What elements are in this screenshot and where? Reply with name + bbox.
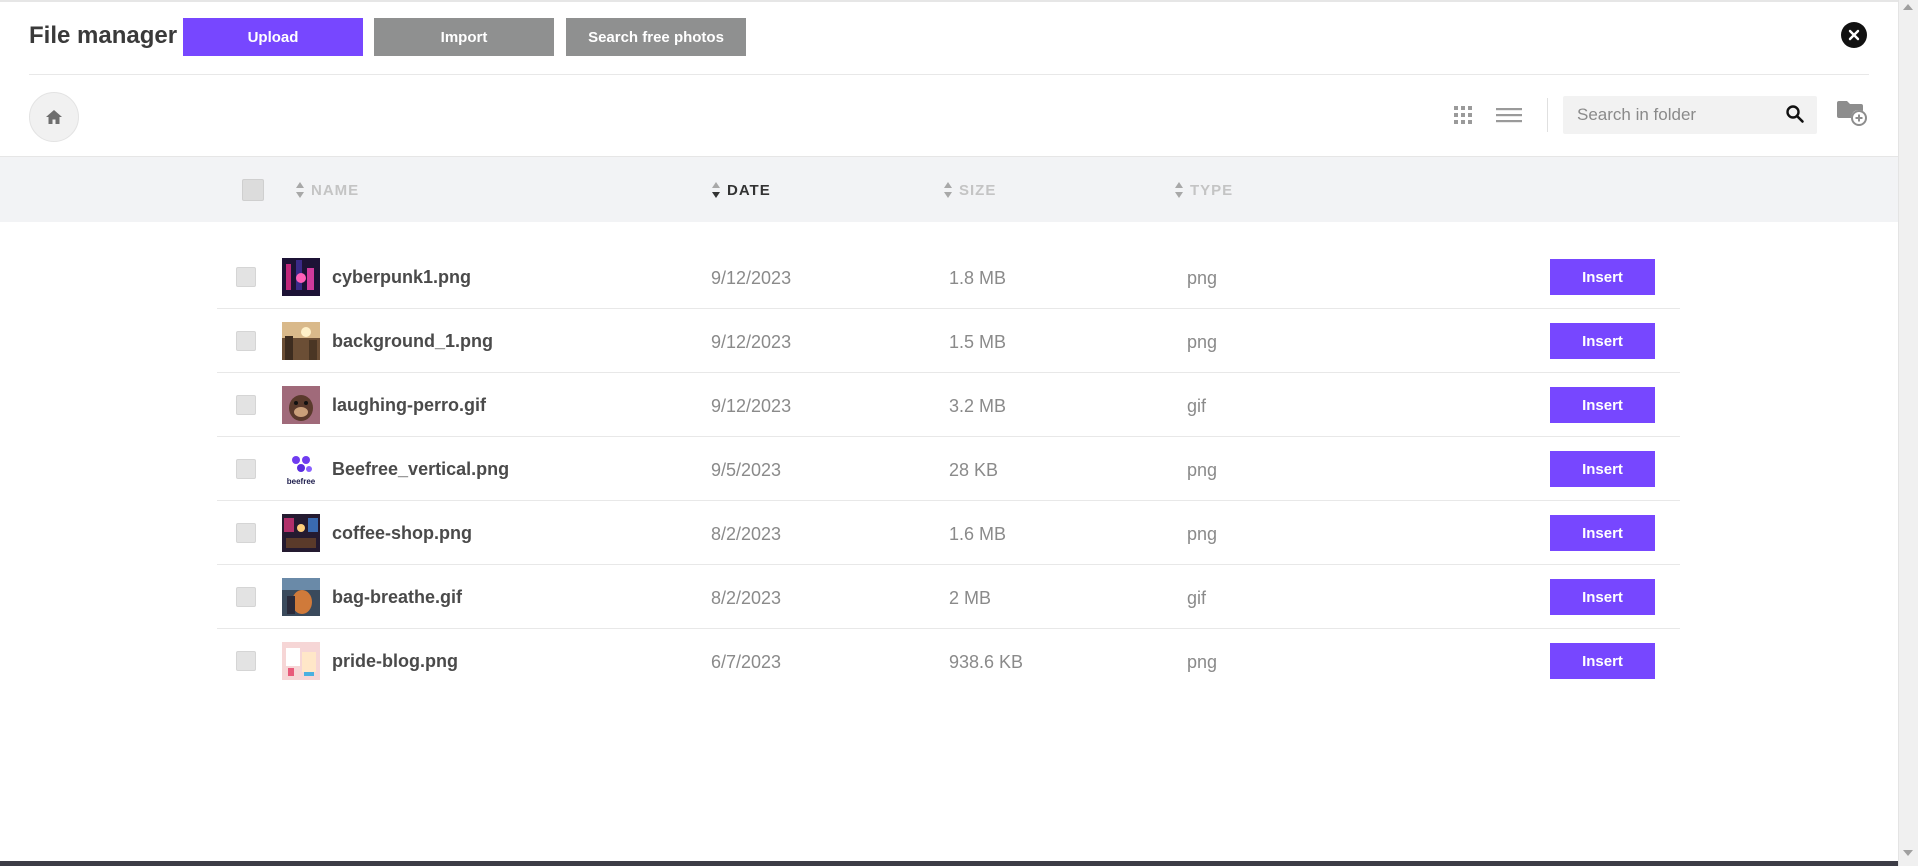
insert-button[interactable]: Insert (1550, 259, 1655, 295)
column-header-date[interactable]: DATE (711, 181, 771, 199)
header-divider (29, 74, 1869, 75)
row-checkbox[interactable] (236, 395, 256, 415)
file-size: 1.8 MB (949, 268, 1007, 288)
file-size: 28 KB (949, 460, 999, 480)
file-thumbnail[interactable] (282, 642, 320, 680)
file-name[interactable]: cyberpunk1.png (332, 267, 471, 288)
toolbar-separator (1547, 98, 1548, 132)
sort-icon (712, 182, 720, 198)
upload-button[interactable]: Upload (183, 18, 363, 56)
file-size: 2 MB (949, 588, 992, 608)
file-date: 8/2/2023 (711, 524, 782, 544)
search-input[interactable] (1577, 96, 1777, 134)
insert-button[interactable]: Insert (1550, 643, 1655, 679)
file-name[interactable]: Beefree_vertical.png (332, 459, 509, 480)
file-name[interactable]: pride-blog.png (332, 651, 458, 672)
file-thumbnail[interactable] (282, 514, 320, 552)
insert-button[interactable]: Insert (1550, 323, 1655, 359)
table-row: coffee-shop.png 8/2/2023 1.6 MB png Inse… (217, 501, 1680, 565)
insert-button[interactable]: Insert (1550, 515, 1655, 551)
sort-icon (296, 182, 304, 198)
insert-button[interactable]: Insert (1550, 579, 1655, 615)
row-checkbox[interactable] (236, 267, 256, 287)
search-free-photos-button[interactable]: Search free photos (566, 18, 746, 56)
header: File manager Upload Import Search free p… (0, 0, 1898, 74)
column-label-size: SIZE (959, 181, 997, 199)
file-name[interactable]: background_1.png (332, 331, 493, 352)
table-row: background_1.png 9/12/2023 1.5 MB png In… (217, 309, 1680, 373)
file-name[interactable]: bag-breathe.gif (332, 587, 462, 608)
file-type: png (1187, 460, 1218, 480)
file-thumbnail[interactable] (282, 578, 320, 616)
file-thumbnail[interactable] (282, 386, 320, 424)
row-checkbox[interactable] (236, 331, 256, 351)
file-date: 9/5/2023 (711, 460, 782, 480)
file-type: gif (1187, 396, 1207, 416)
row-checkbox[interactable] (236, 459, 256, 479)
file-size: 1.5 MB (949, 332, 1007, 352)
file-date: 9/12/2023 (711, 396, 792, 416)
file-date: 9/12/2023 (711, 268, 792, 288)
file-type: png (1187, 332, 1218, 352)
file-name[interactable]: laughing-perro.gif (332, 395, 486, 416)
file-size: 1.6 MB (949, 524, 1007, 544)
sort-icon (944, 182, 952, 198)
search-icon[interactable] (1785, 104, 1805, 124)
file-type: gif (1187, 588, 1207, 608)
bottom-edge (0, 861, 1898, 866)
table-row: cyberpunk1.png 9/12/2023 1.8 MB png Inse… (217, 245, 1680, 309)
column-header-type[interactable]: TYPE (1174, 181, 1233, 199)
file-thumbnail[interactable] (282, 258, 320, 296)
row-checkbox[interactable] (236, 587, 256, 607)
column-label-type: TYPE (1190, 181, 1234, 199)
file-date: 9/12/2023 (711, 332, 792, 352)
file-type: png (1187, 268, 1218, 288)
scroll-down-arrow-icon[interactable] (1903, 850, 1913, 856)
file-size: 3.2 MB (949, 396, 1007, 416)
file-date: 8/2/2023 (711, 588, 782, 608)
file-thumbnail[interactable] (282, 322, 320, 360)
new-folder-icon[interactable] (1836, 99, 1868, 127)
beefree-logo-text: beefree (287, 477, 316, 486)
page-title: File manager (29, 22, 178, 49)
table-row: bag-breathe.gif 8/2/2023 2 MB gif Insert (217, 565, 1680, 629)
table-header: NAME DATE SIZE TYPE (0, 156, 1898, 222)
list-view-icon[interactable] (1496, 106, 1522, 124)
table-row: pride-blog.png 6/7/2023 938.6 KB png Ins… (217, 629, 1680, 693)
row-checkbox[interactable] (236, 651, 256, 671)
file-size: 938.6 KB (949, 652, 1024, 672)
file-list: cyberpunk1.png 9/12/2023 1.8 MB png Inse… (217, 245, 1680, 693)
table-row: laughing-perro.gif 9/12/2023 3.2 MB gif … (217, 373, 1680, 437)
column-header-name[interactable]: NAME (295, 181, 359, 199)
file-name[interactable]: coffee-shop.png (332, 523, 472, 544)
row-checkbox[interactable] (236, 523, 256, 543)
home-icon (46, 110, 62, 124)
column-header-size[interactable]: SIZE (943, 181, 996, 199)
import-button[interactable]: Import (374, 18, 554, 56)
scroll-up-arrow-icon[interactable] (1903, 4, 1913, 10)
table-row: beefree Beefree_vertical.png 9/5/2023 28… (217, 437, 1680, 501)
home-button[interactable] (29, 92, 79, 142)
file-type: png (1187, 652, 1218, 672)
search-box (1563, 96, 1817, 134)
grid-view-icon[interactable] (1452, 104, 1474, 126)
sort-icon (1175, 182, 1183, 198)
file-date: 6/7/2023 (711, 652, 782, 672)
select-all-checkbox[interactable] (242, 179, 264, 201)
file-type: png (1187, 524, 1218, 544)
file-thumbnail[interactable]: beefree (282, 450, 320, 488)
vertical-scrollbar[interactable] (1898, 0, 1918, 866)
insert-button[interactable]: Insert (1550, 451, 1655, 487)
insert-button[interactable]: Insert (1550, 387, 1655, 423)
column-label-name: NAME (311, 181, 360, 199)
close-button[interactable] (1841, 22, 1867, 48)
close-icon (1848, 29, 1860, 41)
column-label-date: DATE (727, 181, 771, 199)
